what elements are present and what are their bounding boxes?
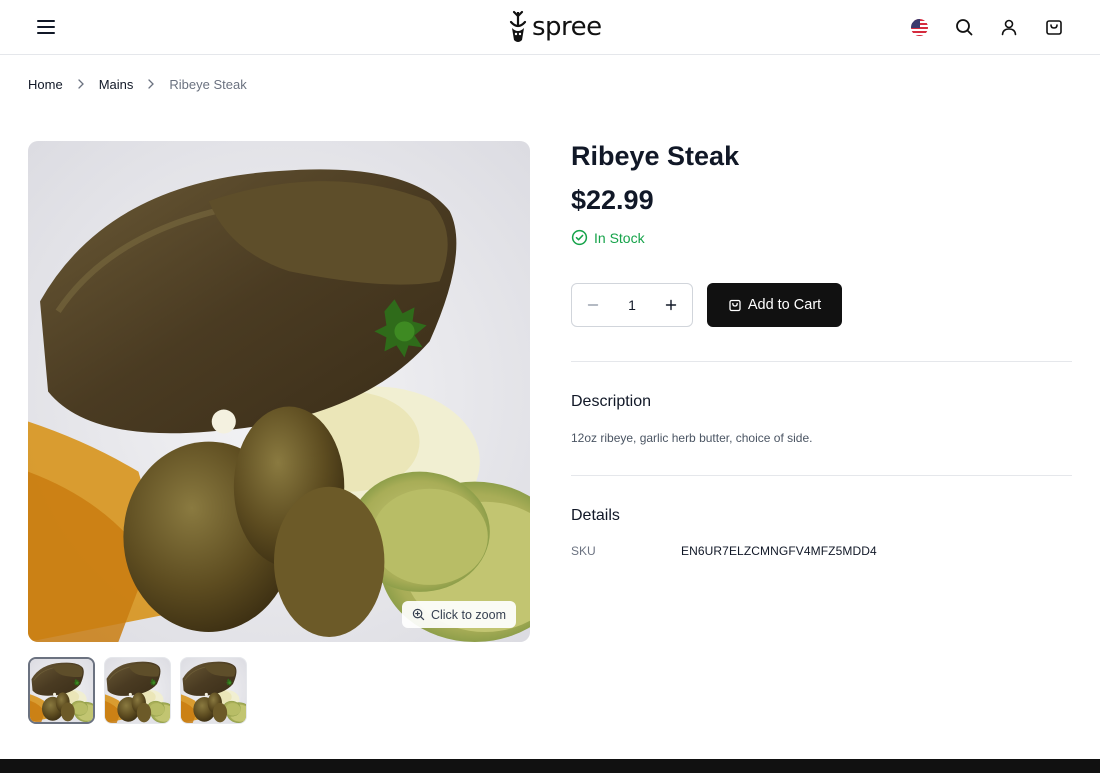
thumbnail-image <box>181 658 246 723</box>
product-info: Ribeye Steak $22.99 In Stock 1 Add to Ca… <box>571 141 1072 558</box>
site-footer <box>0 759 1100 773</box>
menu-icon[interactable] <box>36 18 56 36</box>
thumbnail-list <box>28 657 247 724</box>
quantity-value[interactable]: 1 <box>617 297 647 313</box>
minus-icon[interactable] <box>586 298 600 312</box>
breadcrumb-mains[interactable]: Mains <box>99 77 134 92</box>
chevron-right-icon <box>78 79 84 89</box>
details-heading: Details <box>571 507 620 524</box>
user-icon[interactable] <box>999 17 1019 37</box>
add-to-cart-label: Add to Cart <box>747 297 822 313</box>
breadcrumb-current: Ribeye Steak <box>169 76 247 92</box>
cart-icon[interactable] <box>1044 17 1064 37</box>
description-text: 12oz ribeye, garlic herb butter, choice … <box>571 431 813 445</box>
chevron-right-icon <box>148 79 155 89</box>
plus-icon[interactable] <box>664 298 678 312</box>
product-price: $22.99 <box>571 185 654 215</box>
zoom-in-icon <box>412 608 425 621</box>
thumbnail-2[interactable] <box>104 657 171 724</box>
site-header: spree <box>0 0 1100 55</box>
breadcrumb-home[interactable]: Home <box>28 77 63 92</box>
bag-icon <box>729 299 741 312</box>
thumbnail-image <box>105 658 170 723</box>
thumbnail-1[interactable] <box>28 657 95 724</box>
product-title: Ribeye Steak <box>571 141 740 171</box>
sku-value: EN6UR7ELZCMNGFV4MFZ5MDD4 <box>681 544 877 558</box>
steak-photo <box>28 141 530 642</box>
quantity-stepper: 1 <box>571 283 693 327</box>
search-icon[interactable] <box>954 17 974 37</box>
description-heading: Description <box>571 393 652 410</box>
zoom-button[interactable]: Click to zoom <box>401 601 516 628</box>
check-circle-icon <box>571 229 588 246</box>
stock-label: In Stock <box>594 229 645 246</box>
zoom-label: Click to zoom <box>430 607 506 622</box>
product-main-image[interactable]: Click to zoom <box>28 141 530 642</box>
breadcrumb: Home Mains Ribeye Steak <box>28 76 247 92</box>
purchase-actions: 1 Add to Cart <box>571 283 842 327</box>
thumbnail-image <box>30 659 93 722</box>
divider <box>571 475 1072 476</box>
divider <box>571 361 1072 362</box>
spree-logo-icon <box>509 10 527 42</box>
logo-text: spree <box>532 12 602 42</box>
stock-status: In Stock <box>571 229 1072 246</box>
us-flag-icon[interactable] <box>911 19 928 36</box>
thumbnail-3[interactable] <box>180 657 247 724</box>
logo[interactable]: spree <box>508 9 602 45</box>
add-to-cart-button[interactable]: Add to Cart <box>707 283 842 327</box>
sku-label: SKU <box>571 544 596 558</box>
